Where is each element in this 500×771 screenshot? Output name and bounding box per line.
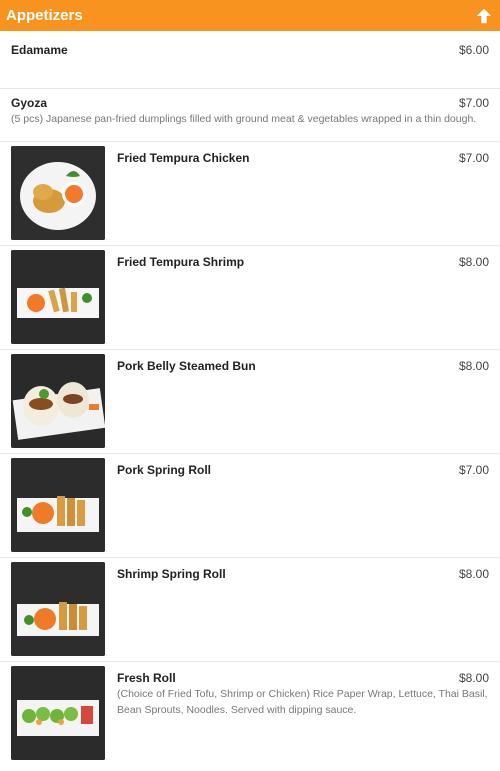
item-price: $6.00 — [458, 43, 489, 57]
item-price: $7.00 — [458, 151, 489, 165]
item-description: (5 pcs) Japanese pan-fried dumplings fil… — [11, 113, 477, 125]
item-description: (Choice of Fried Tofu, Shrimp or Chicken… — [117, 688, 488, 716]
section-title: Appetizers — [6, 7, 83, 24]
item-price: $7.00 — [458, 463, 489, 477]
item-price: $8.00 — [458, 359, 489, 373]
item-name: Fresh Roll — [117, 671, 176, 685]
food-photo — [11, 250, 105, 344]
item-name: Fried Tempura Shrimp — [117, 255, 245, 269]
item-price: $8.00 — [458, 255, 489, 269]
item-name: Pork Spring Roll — [117, 463, 212, 477]
item-name: Edamame — [11, 43, 68, 57]
food-photo — [11, 666, 105, 760]
item-name: Pork Belly Steamed Bun — [117, 359, 256, 373]
item-price: $7.00 — [458, 96, 489, 110]
food-photo — [11, 146, 105, 240]
menu-item-fried-tempura-chicken[interactable]: Fried Tempura Chicken $7.00 — [0, 142, 500, 246]
item-price: $8.00 — [458, 567, 489, 581]
menu-item-gyoza[interactable]: Gyoza $7.00 (5 pcs) Japanese pan-fried d… — [0, 89, 500, 142]
menu-item-fresh-roll[interactable]: Fresh Roll $8.00 (Choice of Fried Tofu, … — [0, 662, 500, 771]
section-header[interactable]: Appetizers — [0, 0, 500, 31]
item-price: $8.00 — [458, 671, 489, 685]
menu-item-pork-belly-steamed-bun[interactable]: Pork Belly Steamed Bun $8.00 — [0, 350, 500, 454]
arrow-up-icon[interactable] — [475, 7, 493, 25]
menu-item-pork-spring-roll[interactable]: Pork Spring Roll $7.00 — [0, 454, 500, 558]
food-photo — [11, 458, 105, 552]
item-name: Shrimp Spring Roll — [117, 567, 226, 581]
food-photo — [11, 354, 105, 448]
menu-item-edamame[interactable]: Edamame $6.00 — [0, 31, 500, 89]
item-name: Fried Tempura Chicken — [117, 151, 250, 165]
food-photo — [11, 562, 105, 656]
item-name: Gyoza — [11, 96, 48, 110]
menu-item-fried-tempura-shrimp[interactable]: Fried Tempura Shrimp $8.00 — [0, 246, 500, 350]
menu-item-shrimp-spring-roll[interactable]: Shrimp Spring Roll $8.00 — [0, 558, 500, 662]
